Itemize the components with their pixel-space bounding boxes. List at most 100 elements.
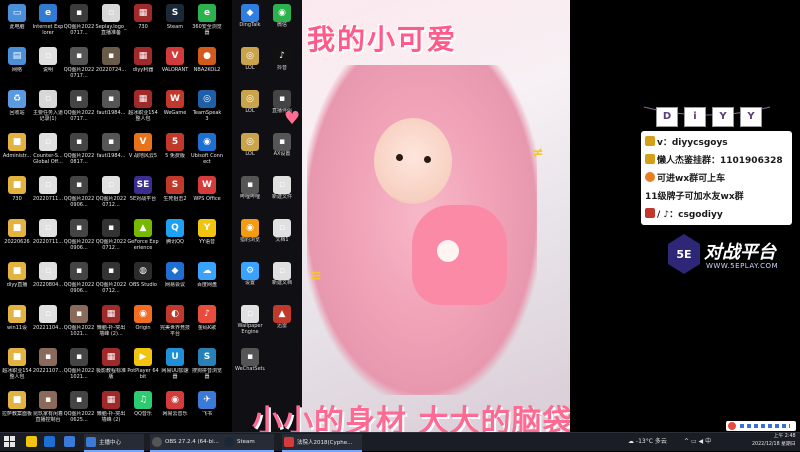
desktop-icon[interactable]: ◆ DingTalk (236, 2, 264, 42)
tray-icons[interactable]: ^ ▭ ◀ 中 (684, 436, 711, 445)
desktop-icon[interactable]: ✈ 飞书 (192, 389, 222, 431)
desktop-icon[interactable]: ▦ 极影教程标准版 (96, 346, 126, 388)
desktop-icon[interactable]: ▫ 说明 (33, 45, 63, 87)
desktop-icon[interactable]: ▦ 730 (128, 2, 158, 44)
taskbar-app-game[interactable]: 法院人2018(Cyphe... (282, 434, 362, 452)
desktop-icon[interactable]: ▪ QQ图片20220625... (64, 389, 94, 431)
desktop-icon[interactable]: ▫ 20221104... (33, 303, 63, 345)
desktop-icon[interactable]: ■ 拉萨教案面板 (2, 389, 32, 431)
desktop-icon[interactable]: ◉ Ubisoft Connect (191, 131, 223, 173)
ime-tools-icon[interactable] (740, 424, 790, 428)
desktop-icon[interactable]: ▭ 此电脑 (2, 2, 32, 44)
desktop-icon[interactable]: ▫ 文档1 (268, 217, 296, 257)
desktop-icon[interactable]: ■ 20220626 (2, 217, 32, 259)
desktop-icon[interactable]: ◉ 微信 (268, 2, 296, 42)
desktop-icon[interactable]: 5 5 免费版 (160, 131, 190, 173)
desktop-icon[interactable]: ▫ 20220711... (33, 174, 63, 216)
desktop-icon[interactable]: ♻ 回收站 (2, 88, 32, 130)
desktop-icon[interactable]: ◎ LOL (236, 88, 264, 128)
desktop-icon[interactable]: U 网易UU加速器 (160, 346, 190, 388)
desktop-icon[interactable]: e Internet Explorer (33, 2, 63, 44)
desktop-icon[interactable]: ▫ Counter-S... Global Off... (33, 131, 63, 173)
desktop-icon[interactable]: V VALORANT (160, 45, 190, 87)
ime-toolbar[interactable] (726, 421, 796, 431)
desktop-icon[interactable]: ▪ QQ图片20221021... (64, 346, 94, 388)
desktop-icon[interactable]: ▪ fauti1984... (96, 131, 126, 173)
desktop-icon[interactable]: ♪ 抖音 (268, 45, 296, 85)
desktop-icon[interactable]: ▪ QQ图片20220717... (64, 45, 94, 87)
desktop-icon[interactable]: ▫ 主要任务入道记录(1) (33, 88, 63, 130)
desktop-icon[interactable]: ▦ 懒脑-扑-突出墙峰 (2) (96, 389, 126, 431)
desktop-icon[interactable]: ■ win11设 (2, 303, 32, 345)
desktop-icon[interactable]: ▪ 20220724... (96, 45, 126, 87)
clock[interactable]: 上午 2:48 2022/12/18 星期日 (752, 433, 796, 449)
desktop-icon[interactable]: ◍ OBS Studio (128, 260, 158, 302)
desktop-icon[interactable]: ■ diyy直播 (2, 260, 32, 302)
desktop-icon[interactable]: ▪ QQ图片20220906... (64, 260, 94, 302)
desktop-icon[interactable]: ▪ 昆玖家有闲着直播控制台 (33, 389, 63, 431)
chevron-up-icon[interactable]: ^ (684, 438, 689, 445)
desktop-icon[interactable]: ▫ 20220711... (33, 217, 63, 259)
desktop-icon[interactable]: ▲ 迅雷 (268, 303, 296, 343)
desktop-icon[interactable]: ◎ LOL (236, 131, 264, 171)
desktop-icon[interactable]: S 生死狙击2 (160, 174, 190, 216)
desktop-icon[interactable]: ▦ diyy利器 (128, 45, 158, 87)
desktop-icon[interactable]: S Steam (160, 2, 190, 44)
desktop-icon[interactable]: ▫ QQ图片20220712... (96, 174, 126, 216)
volume-icon[interactable]: ◀ (699, 438, 704, 445)
desktop-icon[interactable]: ▪ QQ图片20220712... (96, 217, 126, 259)
desktop-icon[interactable]: ◎ TeamSpeak 3 (192, 88, 222, 130)
desktop-icon[interactable]: ◉ Origin (128, 303, 158, 345)
desktop-icon[interactable]: ■ 超冰职业154整人包 (2, 346, 32, 388)
desktop-icon[interactable]: Y YY语音 (192, 217, 222, 259)
desktop-icon[interactable]: ▲ GeForce Experience (127, 217, 159, 259)
desktop-icon[interactable]: ▪ 20221107... (33, 346, 63, 388)
desktop-icon[interactable]: ♪ 金码K歌 (192, 303, 222, 345)
desktop-icon[interactable]: ▫ Wallpaper Engine (236, 303, 264, 343)
desktop-icon[interactable]: ▪WeChatSetup (235, 346, 265, 386)
desktop-icon[interactable]: ▦ 超冰职业154整人包 (128, 88, 158, 130)
desktop-icon[interactable]: SE 5E对战平台 (128, 174, 158, 216)
desktop-icon[interactable]: ⚙ 设置 (236, 260, 264, 300)
desktop-icon[interactable]: Q 腾讯QQ (160, 217, 190, 259)
taskbar-app-steam[interactable]: Steam (222, 434, 274, 452)
windows-start-icon[interactable] (4, 436, 15, 447)
desktop-icon[interactable]: ▫ 新建文件 (268, 174, 296, 214)
desktop-icon[interactable]: ▪ QQ图片20220717... (64, 2, 94, 44)
desktop-icon[interactable]: ◆ 网易会议 (160, 260, 190, 302)
desktop-icon[interactable]: ▪ QQ图片20220717... (64, 88, 94, 130)
file-explorer-icon[interactable] (26, 436, 37, 447)
desktop-icon[interactable]: ▫ 20220804... (33, 260, 63, 302)
desktop-icon[interactable]: ▶ PotPlayer 64 bit (127, 346, 159, 388)
desktop-icon[interactable]: ▪ QQ图片20220906... (64, 217, 94, 259)
desktop-icon[interactable]: ☁ 百度网盘 (192, 260, 222, 302)
desktop-icon[interactable]: e 360安全浏览器 (192, 2, 222, 44)
taskbar-app-streamer[interactable]: 主播中心 (84, 434, 144, 452)
desktop-icon[interactable]: ▪ AX设置 (268, 131, 296, 171)
desktop-icon[interactable]: ◉ 猎豹浏览 (236, 217, 264, 257)
desktop-icon[interactable]: W WPS Office (192, 174, 222, 216)
desktop-icon[interactable]: ▦ 懒脑-扑-突出墙峰 (2)... (96, 303, 126, 345)
desktop-icon[interactable]: ▪ QQ图片20220817... (64, 131, 94, 173)
desktop-icon[interactable]: ● NBA2KOL2 (192, 45, 222, 87)
desktop-icon[interactable]: S 搜狗拼音浏览器 (192, 346, 222, 388)
desktop-icon[interactable]: ▪ QQ图片20220712... (96, 260, 126, 302)
desktop-icon[interactable]: ▪ QQ图片20221021... (64, 303, 94, 345)
desktop-icon[interactable]: ▫ 新建文档 (268, 260, 296, 300)
desktop-icon[interactable]: ▪ QQ图片20220906... (64, 174, 94, 216)
desktop-icon[interactable]: ▫ Seplay.logo_直播准备 (96, 2, 126, 44)
desktop-icon[interactable]: ■ Administr... (2, 131, 32, 173)
desktop-icon[interactable]: ◎ LOL (236, 45, 264, 85)
desktop-icon[interactable]: ◐ 完美世界竞技平台 (160, 303, 190, 345)
desktop-icon[interactable]: ♫ QQ音乐 (128, 389, 158, 431)
desktop-icon[interactable]: ▪ fauti1984... (96, 88, 126, 130)
taskbar-app-obs[interactable]: OBS 27.2.4 (64-bi... (150, 434, 222, 452)
weather-status[interactable]: ☁ -13°C 多云 (628, 436, 667, 445)
desktop-icon[interactable]: V V 战地风云5 (128, 131, 158, 173)
sogou-icon[interactable] (728, 422, 736, 430)
desktop-icon[interactable]: W WeGame (160, 88, 190, 130)
desktop-icon[interactable]: ◉ 网易云音乐 (160, 389, 190, 431)
desktop-icon[interactable]: ▤ 网络 (2, 45, 32, 87)
feishu-icon[interactable] (64, 436, 75, 447)
desktop-icon[interactable]: ■ 730 (2, 174, 32, 216)
